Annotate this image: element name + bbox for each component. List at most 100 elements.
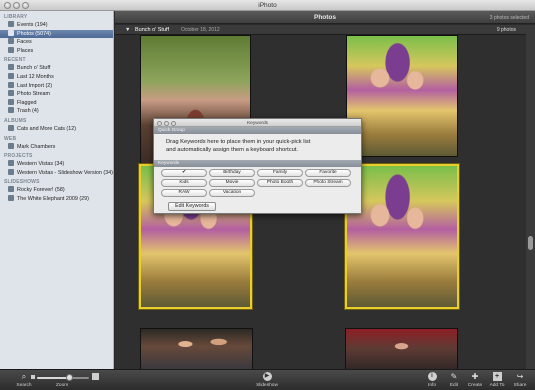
photo-thumbnail[interactable] xyxy=(140,328,253,369)
photo-thumbnail[interactable] xyxy=(345,328,458,369)
sidebar-item-label: Faces xyxy=(17,39,32,46)
photo-thumbnail[interactable] xyxy=(346,35,458,157)
sidebar-section-heading: ALBUMS xyxy=(4,117,27,124)
sidebar-item[interactable]: Events (194) xyxy=(0,21,113,30)
zoom-fill xyxy=(37,377,70,379)
sidebar-item-label: Rocky Forever! (58) xyxy=(17,187,65,194)
play-icon: ▶ xyxy=(262,372,272,381)
keyword-tag[interactable]: Favorite xyxy=(305,169,351,177)
bottom-toolbar: ⌕ Search Zoom ▶ Slideshow i Info ✎ Edit … xyxy=(0,369,535,390)
keyword-tag[interactable]: Movie xyxy=(209,179,255,187)
sidebar: LIBRARY Events (194) Photos (5074) Faces Pla… xyxy=(0,11,114,369)
zoom-label: Zoom xyxy=(56,383,69,388)
sidebar-item[interactable]: Western Vistas (34) xyxy=(0,160,113,169)
sidebar-item[interactable]: Mark Chambers xyxy=(0,142,113,152)
sidebar-item[interactable]: Faces xyxy=(0,38,113,47)
keyword-tag[interactable]: Photo Booth xyxy=(257,179,303,187)
vertical-scrollbar[interactable] xyxy=(526,25,535,369)
title-bar: iPhoto xyxy=(0,0,535,11)
main-header: Photos 3 photos selected xyxy=(115,11,535,24)
trash-icon xyxy=(8,107,14,114)
zoom-track[interactable] xyxy=(37,374,89,381)
keywords-header: Keywords xyxy=(154,160,361,167)
slideshow-icon xyxy=(8,186,14,193)
edit-button[interactable]: ✎ Edit xyxy=(445,372,463,388)
sidebar-item[interactable]: Rocky Forever! (58) xyxy=(0,186,113,195)
add-to-icon: + xyxy=(492,372,502,381)
keyword-tag[interactable]: Birthday xyxy=(209,169,255,177)
sidebar-item-label: Western Vistas (34) xyxy=(17,161,65,168)
scrollbar-thumb[interactable] xyxy=(528,236,533,250)
sidebar-section-heading: SLIDESHOWS xyxy=(4,179,40,186)
share-button[interactable]: ↪ Share xyxy=(509,372,531,388)
sidebar-item[interactable]: Photos (5074) xyxy=(0,29,113,39)
sidebar-item-label: Last 12 Months xyxy=(17,73,54,80)
zoom-knob[interactable] xyxy=(65,374,73,381)
sidebar-item-label: Mark Chambers xyxy=(17,143,56,150)
keywords-window-titlebar: Keywords xyxy=(154,119,361,127)
event-icon xyxy=(8,64,14,71)
sidebar-item[interactable]: Trash (4) xyxy=(0,107,113,116)
keyword-tag[interactable]: Photo Stream xyxy=(305,179,351,187)
sidebar-section-heading: LIBRARY xyxy=(4,14,28,20)
window-title: iPhoto xyxy=(258,2,277,9)
sidebar-item-label: Last Import (2) xyxy=(17,82,53,89)
instructions-line: Drag Keywords here to place them in your… xyxy=(166,139,311,145)
sidebar-item[interactable]: Last Import (2) xyxy=(0,81,113,91)
sidebar-item[interactable]: Flagged xyxy=(0,98,113,108)
sidebar-item-label: Trash (4) xyxy=(17,108,39,115)
event-header[interactable]: ▼ Bunch o' Stuff October 18, 2012 9 phot… xyxy=(115,25,526,35)
keywords-window: Keywords Quick Group Drag Keywords here … xyxy=(153,118,362,214)
sidebar-item[interactable]: The White Elephant 2009 (29) xyxy=(0,194,113,204)
sidebar-item-label: Photos (5074) xyxy=(17,30,51,37)
slideshow-icon xyxy=(8,194,14,201)
keyword-tag[interactable]: Vacation xyxy=(209,189,255,197)
sidebar-item-label: Photo Stream xyxy=(17,91,50,98)
sidebar-item[interactable]: Western Vistas - Slideshow Version (34) xyxy=(0,168,113,178)
slideshow-button[interactable]: ▶ Slideshow xyxy=(254,372,280,388)
small-photo-icon xyxy=(31,375,35,379)
keyword-tag[interactable]: ✔ xyxy=(161,169,207,177)
keyword-tag[interactable]: Kids xyxy=(161,179,207,187)
create-button[interactable]: ✚ Create xyxy=(464,372,486,388)
add-to-button[interactable]: + Add To xyxy=(486,372,508,388)
view-title: Photos xyxy=(313,14,337,21)
keyword-tag[interactable]: RAW xyxy=(161,189,207,197)
events-icon xyxy=(8,21,14,27)
instructions-line: and automatically assign them a keyboard… xyxy=(166,147,299,153)
project-icon xyxy=(8,160,14,167)
photos-icon xyxy=(8,29,14,36)
sidebar-section-heading: RECENT xyxy=(4,57,26,64)
keywords-window-title: Keywords xyxy=(246,120,269,126)
sidebar-item-label: Flagged xyxy=(17,99,37,106)
project-icon xyxy=(8,168,14,175)
edit-keywords-button[interactable]: Edit Keywords xyxy=(168,202,216,211)
sidebar-item[interactable]: Bunch o' Stuff xyxy=(0,64,113,73)
search-icon: ⌕ xyxy=(21,372,27,381)
info-button[interactable]: i Info xyxy=(422,372,442,388)
clock-icon xyxy=(8,81,14,88)
photo-stream-icon xyxy=(8,90,14,97)
web-icon xyxy=(8,142,14,149)
disclosure-triangle-icon[interactable]: ▼ xyxy=(125,27,130,33)
faces-icon xyxy=(8,38,14,45)
keyword-tag[interactable]: Family xyxy=(257,169,303,177)
sidebar-item-label: Places xyxy=(17,47,34,54)
event-name: Bunch o' Stuff xyxy=(135,27,169,33)
sidebar-item-label: Western Vistas - Slideshow Version (34) xyxy=(17,169,113,176)
sidebar-item[interactable]: Places xyxy=(0,46,113,56)
sidebar-section-heading: PROJECTS xyxy=(4,153,33,160)
places-icon xyxy=(8,46,14,53)
selection-status: 3 photos selected xyxy=(489,14,529,21)
flag-icon xyxy=(8,98,14,105)
sidebar-item-label: Events (194) xyxy=(17,22,48,28)
keywords-list: ✔ Birthday Family Favorite Kids Movie Photo Bo… xyxy=(154,167,361,200)
quick-group-drop-area[interactable]: Drag Keywords here to place them in your… xyxy=(154,134,361,160)
sidebar-item[interactable]: Cats and More Cats (12) xyxy=(0,124,113,134)
sidebar-item[interactable]: Photo Stream xyxy=(0,90,113,99)
sidebar-item[interactable]: Last 12 Months xyxy=(0,72,113,82)
calendar-icon xyxy=(8,72,14,79)
photo-thumbnail-selected[interactable] xyxy=(345,164,459,309)
sidebar-item-label: Cats and More Cats (12) xyxy=(17,125,77,132)
event-date: October 18, 2012 xyxy=(181,27,220,33)
